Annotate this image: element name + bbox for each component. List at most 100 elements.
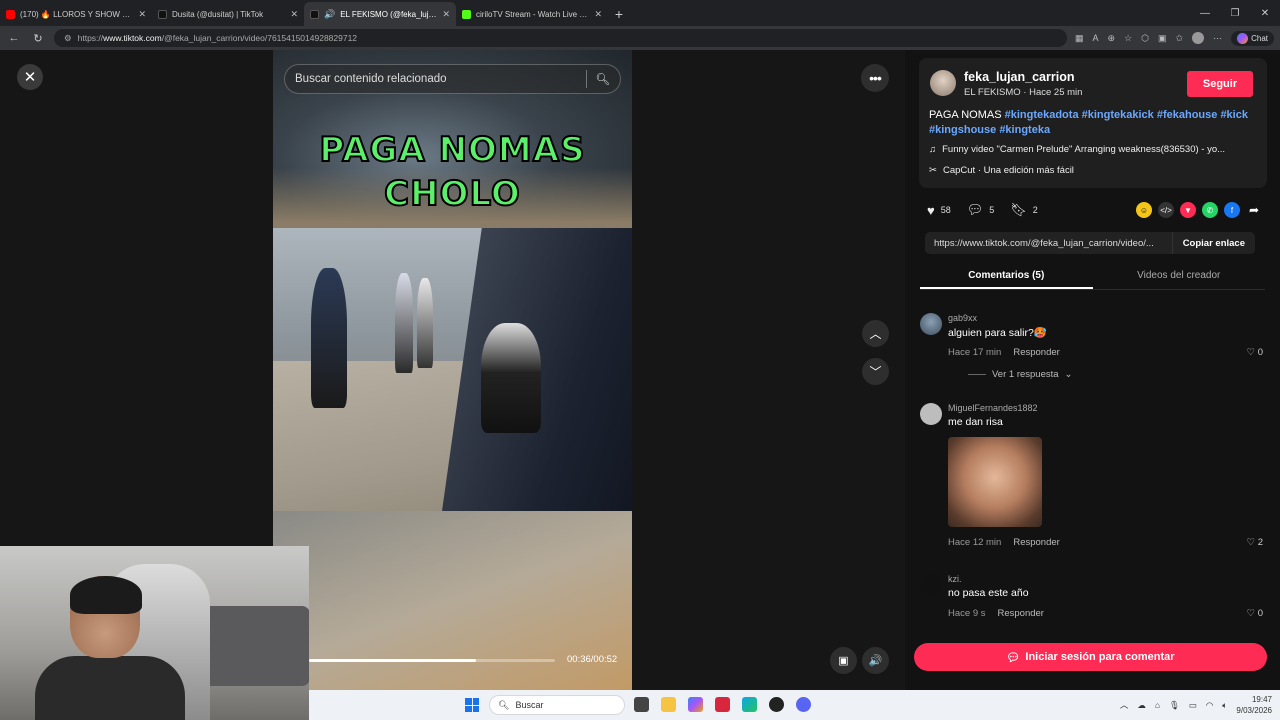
music-link[interactable]: ♫ Funny video "Carmen Prelude" Arranging … xyxy=(929,144,1259,155)
browser-tab-dusita[interactable]: Dusita (@dusitat) | TikTok ✕ xyxy=(152,2,304,26)
creator-username[interactable]: feka_lujan_carrion xyxy=(964,70,1074,84)
comment-username[interactable]: MiguelFernandes1882 xyxy=(948,403,1038,413)
taskbar-clock[interactable]: 19:47 9/03/2026 xyxy=(1236,694,1272,716)
reload-button[interactable]: ↻ xyxy=(30,32,46,45)
close-tab-icon[interactable]: ✕ xyxy=(138,9,146,20)
person-figure xyxy=(481,323,541,433)
comment-button[interactable]: 💬︎ 5 xyxy=(967,202,995,218)
repost-icon[interactable]: ☺ xyxy=(1136,202,1152,218)
follow-button[interactable]: Seguir xyxy=(1187,71,1253,97)
commenter-avatar[interactable] xyxy=(920,403,942,425)
save-button[interactable]: 🔖︎ 2 xyxy=(1010,202,1038,218)
hashtag-link[interactable]: #kingteka xyxy=(999,124,1050,136)
file-explorer-icon[interactable] xyxy=(661,697,676,712)
capcut-link[interactable]: ✂ CapCut · Una edición más fácil xyxy=(929,165,1074,176)
copy-link-button[interactable]: Copiar enlace xyxy=(1171,232,1255,254)
back-button[interactable]: ← xyxy=(6,32,22,44)
hashtag-link[interactable]: #kick xyxy=(1220,109,1248,121)
whatsapp-icon[interactable]: ✆ xyxy=(1202,202,1218,218)
person-figure xyxy=(311,268,347,408)
edge-icon[interactable] xyxy=(742,697,757,712)
comment-like-button[interactable]: ♡ 0 xyxy=(1247,347,1263,358)
zoom-icon[interactable]: ⊕ xyxy=(1108,33,1116,44)
next-video-button[interactable]: ﹀ xyxy=(862,358,889,385)
profile-avatar[interactable] xyxy=(1192,32,1205,44)
task-view-icon[interactable] xyxy=(634,697,649,712)
volume-button[interactable]: 🔊 xyxy=(862,647,889,674)
site-info-icon[interactable]: ⚙ xyxy=(64,33,72,44)
search-icon[interactable]: 🔍︎ xyxy=(595,72,610,86)
network-icon[interactable]: ⌂ xyxy=(1155,700,1160,710)
tab-creator-videos[interactable]: Videos del creador xyxy=(1093,264,1266,289)
previous-video-button[interactable]: ︿ xyxy=(862,320,889,347)
related-search-input[interactable]: Buscar contenido relacionado 🔍︎ xyxy=(284,64,621,94)
comment-username[interactable]: gab9xx xyxy=(948,313,977,323)
post-link-field[interactable]: https://www.tiktok.com/@feka_lujan_carri… xyxy=(925,238,1172,249)
office-icon[interactable] xyxy=(715,697,730,712)
taskbar-search-input[interactable]: 🔍︎ Buscar xyxy=(489,695,625,715)
translate-icon[interactable]: A xyxy=(1093,33,1099,43)
volume-icon[interactable]: 🔈︎ xyxy=(1222,700,1227,711)
hashtag-link[interactable]: #kingshouse xyxy=(929,124,996,136)
copilot-chat-button[interactable]: Chat xyxy=(1231,30,1274,46)
video-player[interactable]: PAGA NOMAS CHOLO Buscar contenido relaci… xyxy=(273,50,632,690)
commenter-avatar[interactable] xyxy=(920,574,942,596)
login-to-comment-button[interactable]: 💬︎ Iniciar sesión para comentar xyxy=(914,643,1267,671)
embed-icon[interactable]: </> xyxy=(1158,202,1174,218)
display-icon[interactable]: ▭ xyxy=(1189,700,1197,711)
hashtag-link[interactable]: #kingtekadota xyxy=(1005,109,1079,121)
facebook-icon[interactable]: f xyxy=(1224,202,1240,218)
more-menu-icon[interactable]: ⋯ xyxy=(1213,33,1222,44)
comment-image[interactable] xyxy=(948,437,1042,527)
hashtag-link[interactable]: #kingtekakick xyxy=(1082,109,1154,121)
new-tab-button[interactable]: + xyxy=(608,2,630,26)
pip-button[interactable]: ▣ xyxy=(830,647,857,674)
windows-start-icon[interactable] xyxy=(465,698,479,712)
reply-button[interactable]: Responder xyxy=(1013,347,1059,358)
microphone-icon[interactable]: 🎙︎ xyxy=(1169,700,1180,711)
send-icon[interactable]: ▼ xyxy=(1180,202,1196,218)
tab-comments[interactable]: Comentarios (5) xyxy=(920,264,1093,289)
windows-taskbar: 🔍︎ Buscar ︿ ☁ ⌂ 🎙︎ ▭ ◠ 🔈︎ 19:47 9/03/2026 xyxy=(309,690,1280,720)
comment-like-button[interactable]: ♡ 0 xyxy=(1247,608,1263,619)
browser-tab-kick[interactable]: ciriloTV Stream - Watch Live on Ki ✕ xyxy=(456,2,608,26)
onedrive-icon[interactable]: ☁ xyxy=(1137,700,1146,711)
more-options-button[interactable]: ••• xyxy=(861,64,889,92)
url-field[interactable]: ⚙ https://www.tiktok.com/@feka_lujan_car… xyxy=(54,29,1068,47)
browser-tab-fekismo[interactable]: 🔊 EL FEKISMO (@feka_lujan_ca ✕ xyxy=(304,2,456,26)
maximize-button[interactable]: ❐ xyxy=(1220,0,1250,26)
video-progress-bar[interactable] xyxy=(309,659,555,662)
discord-icon[interactable] xyxy=(796,697,811,712)
like-button[interactable]: ♥ 58 xyxy=(927,203,951,218)
close-tab-icon[interactable]: ✕ xyxy=(290,9,298,20)
close-tab-icon[interactable]: ✕ xyxy=(594,9,602,20)
close-tab-icon[interactable]: ✕ xyxy=(442,9,450,20)
comment-item: MiguelFernandes1882 me dan risa Hace 12 … xyxy=(920,403,1265,553)
favorites-icon[interactable]: ✩ xyxy=(1176,33,1184,44)
reply-button[interactable]: Responder xyxy=(998,608,1044,619)
obs-icon[interactable] xyxy=(769,697,784,712)
speaker-icon[interactable]: 🔊 xyxy=(324,9,335,20)
tab-title: (170) 🔥 LLOROS Y SHOW 🔥 KING xyxy=(20,9,133,19)
video-overlay-text: PAGA NOMAS CHOLO xyxy=(318,129,586,215)
favorite-star-icon[interactable]: ☆ xyxy=(1124,33,1132,44)
minimize-button[interactable]: — xyxy=(1190,0,1220,26)
browser-tab-youtube[interactable]: (170) 🔥 LLOROS Y SHOW 🔥 KING ✕ xyxy=(0,2,152,26)
share-arrow-icon[interactable]: ➦ xyxy=(1246,202,1262,218)
reply-button[interactable]: Responder xyxy=(1013,537,1059,548)
engagement-bar: ♥ 58 💬︎ 5 🔖︎ 2 ☺ </> ▼ ✆ f ➦ xyxy=(927,200,1262,220)
comment-like-button[interactable]: ♡ 2 xyxy=(1247,537,1263,548)
extensions-icon[interactable]: ⬡ xyxy=(1141,33,1149,44)
copilot-icon[interactable] xyxy=(688,697,703,712)
creator-avatar[interactable] xyxy=(930,70,956,96)
comment-username[interactable]: kzi. xyxy=(948,574,962,584)
chevron-up-icon[interactable]: ︿ xyxy=(1120,699,1129,711)
close-viewer-button[interactable]: ✕ xyxy=(17,64,43,90)
view-replies-button[interactable]: Ver 1 respuesta ⌄ xyxy=(968,369,1073,380)
apps-icon[interactable]: ▦ xyxy=(1075,33,1084,44)
commenter-avatar[interactable] xyxy=(920,313,942,335)
collections-icon[interactable]: ▣ xyxy=(1158,33,1167,44)
wifi-icon[interactable]: ◠ xyxy=(1206,700,1213,711)
close-window-button[interactable]: ✕ xyxy=(1250,0,1280,26)
hashtag-link[interactable]: #fekahouse xyxy=(1157,109,1218,121)
